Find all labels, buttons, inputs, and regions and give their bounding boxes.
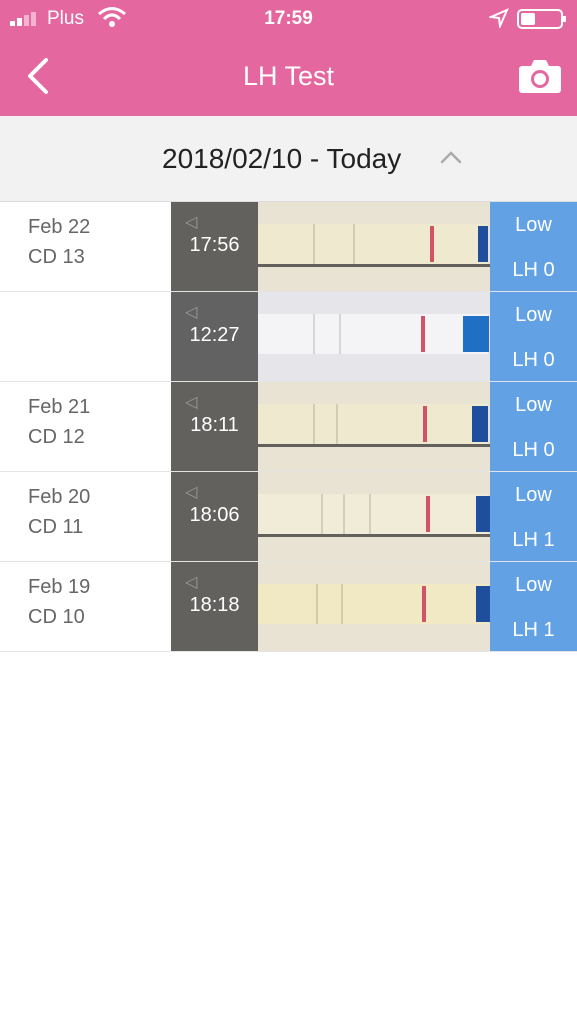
test-time: 18:06 [189, 504, 240, 526]
strip-band [343, 494, 345, 534]
lh-value: LH 0 [512, 349, 555, 371]
test-line [430, 226, 434, 262]
test-row[interactable]: Feb 22 CD 13 ◁ 17:56 Low LH 0 [0, 202, 577, 292]
arrow-mark-icon: ◁ [185, 304, 198, 321]
strip-band [353, 224, 355, 264]
strip-handle [463, 316, 489, 352]
test-strip-photo[interactable]: ◁ 18:18 Low LH 1 [171, 562, 577, 651]
strip-handle [478, 226, 488, 262]
time-overlay: ◁ 17:56 [171, 202, 258, 291]
strip-band [316, 584, 318, 624]
test-line [422, 586, 426, 622]
time-overlay: ◁ 18:18 [171, 562, 258, 651]
test-strip [258, 584, 488, 624]
test-row[interactable]: Feb 21 CD 12 ◁ 18:11 Low LH 0 [0, 382, 577, 472]
test-row[interactable]: Feb 19 CD 10 ◁ 18:18 Low LH 1 [0, 562, 577, 652]
test-time: 12:27 [189, 324, 240, 346]
test-line [426, 496, 430, 532]
camera-icon[interactable] [518, 58, 562, 94]
time-overlay: ◁ 12:27 [171, 292, 258, 381]
test-time: 18:11 [190, 414, 239, 436]
result-level: Low [515, 304, 552, 326]
strip-band [321, 494, 323, 534]
test-time: 18:18 [189, 594, 240, 616]
page-title: LH Test [242, 61, 335, 91]
row-date: Feb 19 CD 10 [28, 572, 90, 632]
strip-handle [472, 406, 488, 442]
result-panel: Low LH 1 [490, 472, 577, 561]
result-panel: Low LH 0 [490, 292, 577, 381]
test-line [423, 406, 427, 442]
arrow-mark-icon: ◁ [185, 484, 198, 501]
cycle-day: CD 12 [28, 426, 85, 448]
strip-shadow [258, 264, 491, 267]
test-strip [258, 494, 488, 534]
strip-band [313, 314, 315, 354]
test-date: Feb 22 [28, 216, 91, 238]
result-panel: Low LH 0 [490, 202, 577, 291]
arrow-mark-icon: ◁ [185, 394, 198, 411]
test-time: 17:56 [189, 234, 240, 256]
time-overlay: ◁ 18:11 [171, 382, 258, 471]
test-strip [258, 314, 488, 354]
row-date: Feb 22 CD 13 [28, 212, 90, 272]
result-level: Low [515, 394, 552, 416]
test-strip-photo[interactable]: ◁ 18:11 Low LH 0 [171, 382, 577, 471]
row-date: Feb 20 CD 11 [28, 482, 90, 542]
date-range-bar[interactable]: 2018/02/10 - Today [0, 116, 577, 202]
strip-band [339, 314, 341, 354]
strip-shadow [258, 534, 491, 537]
result-panel: Low LH 0 [490, 382, 577, 471]
cycle-day: CD 11 [28, 516, 84, 538]
test-date: Feb 20 [28, 486, 91, 508]
test-strip [258, 224, 488, 264]
lh-value: LH 1 [512, 529, 555, 551]
test-strip [258, 404, 488, 444]
result-panel: Low LH 1 [490, 562, 577, 651]
time-overlay: ◁ 18:06 [171, 472, 258, 561]
status-bar: Plus 17:59 [0, 0, 577, 36]
location-arrow-icon [489, 8, 509, 28]
arrow-mark-icon: ◁ [185, 214, 198, 231]
strip-band [313, 404, 315, 444]
strip-band [341, 584, 343, 624]
test-date: Feb 19 [28, 576, 91, 598]
row-date: Feb 21 CD 12 [28, 392, 90, 452]
lh-value: LH 1 [512, 619, 555, 641]
chevron-up-icon[interactable] [440, 150, 462, 164]
strip-handle [476, 496, 490, 532]
result-level: Low [515, 214, 552, 236]
test-date: Feb 21 [28, 396, 91, 418]
test-strip-photo[interactable]: ◁ 17:56 Low LH 0 [171, 202, 577, 291]
result-level: Low [515, 484, 552, 506]
cycle-day: CD 10 [28, 606, 85, 628]
cycle-day: CD 13 [28, 246, 85, 268]
strip-band [369, 494, 371, 534]
arrow-mark-icon: ◁ [185, 574, 198, 591]
test-list: Feb 22 CD 13 ◁ 17:56 Low LH 0 ◁ 12:27 Lo… [0, 202, 577, 652]
test-row[interactable]: ◁ 12:27 Low LH 0 [0, 292, 577, 382]
test-strip-photo[interactable]: ◁ 18:06 Low LH 1 [171, 472, 577, 561]
battery-icon [517, 9, 566, 29]
lh-value: LH 0 [512, 259, 555, 281]
test-line [421, 316, 425, 352]
test-strip-photo[interactable]: ◁ 12:27 Low LH 0 [171, 292, 577, 381]
header: Plus 17:59 LH Test [0, 0, 577, 116]
strip-shadow [258, 444, 491, 447]
strip-band [313, 224, 315, 264]
lh-value: LH 0 [512, 439, 555, 461]
result-level: Low [515, 574, 552, 596]
strip-band [336, 404, 338, 444]
strip-handle [476, 586, 490, 622]
date-range-label: 2018/02/10 - Today [162, 143, 402, 174]
test-row[interactable]: Feb 20 CD 11 ◁ 18:06 Low LH 1 [0, 472, 577, 562]
